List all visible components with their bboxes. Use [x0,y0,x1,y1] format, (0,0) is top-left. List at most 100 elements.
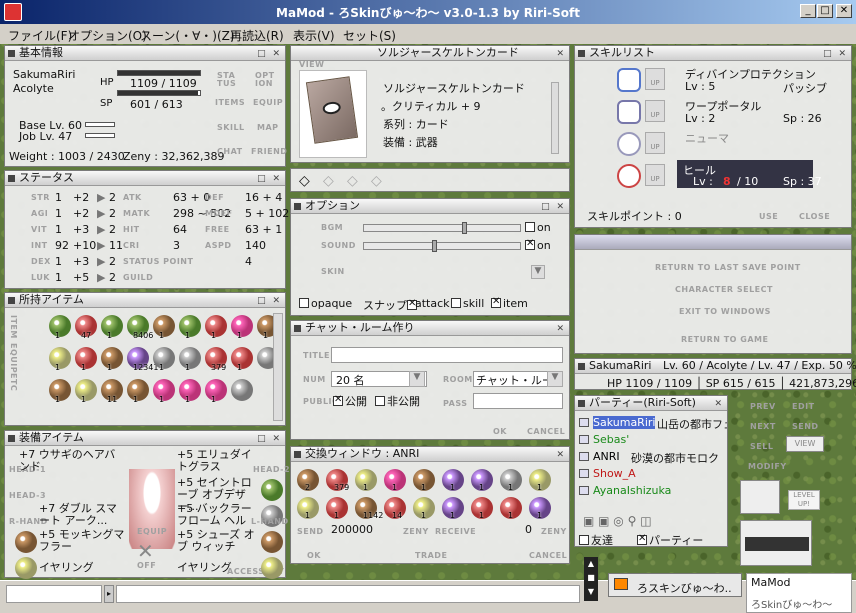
map-button[interactable]: MAP [257,123,279,132]
close-button[interactable]: ✕ [836,4,852,18]
menu-reload[interactable]: 再読込(R) [230,27,284,44]
trade-header[interactable]: 交換ウィンドウ : ANRI ✕ [291,447,569,462]
inventory-scrollbar[interactable] [273,313,283,421]
options-header[interactable]: オプション □ ✕ [291,199,569,214]
card-slot-4[interactable]: ◇ [371,173,382,189]
trade-cancel-button[interactable]: CANCEL [529,551,567,560]
party-member-name[interactable]: ANRI [593,450,620,463]
character-select[interactable]: CHARACTER SELECT [675,285,773,294]
chat-ok-button[interactable]: OK [493,427,507,436]
prev-button[interactable]: PREV [750,402,776,411]
equip-shield[interactable]: +5 バックラー フローム ヘル [177,503,261,527]
stat-raise-icon[interactable]: ▶ [97,223,105,236]
card-slot-1[interactable]: ◇ [299,173,310,189]
stat-raise-icon[interactable]: ▶ [97,191,105,204]
sound-on[interactable]: on [525,238,551,252]
skill-option[interactable]: skill [451,297,484,310]
inventory-header[interactable]: 所持アイテム □ ✕ [5,293,285,308]
private-option[interactable]: 非公開 [375,393,420,409]
return-to-game[interactable]: RETURN TO GAME [681,335,768,344]
equip-button[interactable]: EQUIP [253,98,283,107]
stat-raise-icon[interactable]: ▶ [97,271,105,284]
return-save-point[interactable]: RETURN TO LAST SAVE POINT [655,263,801,272]
menu-set[interactable]: セット(S) [343,27,396,44]
attack-option[interactable]: attack [405,297,450,310]
tab-equip[interactable]: EQUIP [9,343,18,373]
edit-button[interactable]: EDIT [792,402,815,411]
party-member-name[interactable]: SakumaRiri [593,416,656,429]
trade-button[interactable]: TRADE [415,551,447,560]
card-slot-2[interactable]: ◇ [323,173,334,189]
equip-shoes[interactable]: +5 シューズ オブ ウィッチ [177,529,261,553]
menu-file[interactable]: ファイル(F) [8,27,72,44]
minimize-button[interactable]: _ [800,4,816,18]
system-menu-header[interactable] [575,235,851,250]
equip-weapon[interactable]: +7 ダブル スマート アーク... [39,503,125,527]
chat-cancel-button[interactable]: CANCEL [527,427,565,436]
tab-item[interactable]: ITEM [9,315,18,339]
party-header[interactable]: パーティー(Riri-Soft) ✕ [575,396,727,411]
chat-room-header[interactable]: チャット・ルーム作り ✕ [291,321,569,336]
num-dropdown-icon[interactable]: ▼ [409,371,425,387]
opaque-option[interactable]: opaque [299,297,352,310]
exit-to-windows[interactable]: EXIT TO WINDOWS [679,307,771,316]
room-dropdown-icon[interactable]: ▼ [547,371,563,387]
chat-input[interactable] [116,585,580,603]
modify-button[interactable]: MODIFY [748,462,787,471]
bgm-checkbox[interactable] [525,222,535,232]
status-header[interactable]: ステータス □ ✕ [5,171,285,186]
skill-up-button-1[interactable]: UP [645,68,665,90]
skill-list-header[interactable]: スキルリスト □ ✕ [575,46,851,61]
maximize-button[interactable]: □ [817,4,833,18]
sound-checkbox[interactable] [525,238,535,250]
level-up-button[interactable]: LEVEL UP! [788,490,820,510]
inventory-item[interactable] [231,379,253,401]
chat-button[interactable]: CHAT [217,147,243,156]
equip-head-1[interactable]: +7 ウサギのヘアバンド [19,449,119,473]
chat-title-input[interactable] [331,347,563,363]
whisper-dropdown-icon[interactable]: ▸ [104,585,114,603]
skill-button[interactable]: SKILL [217,123,245,132]
whisper-input[interactable] [6,585,102,603]
party-member-name[interactable]: AyanaIshizuka [593,484,671,497]
stat-raise-icon[interactable]: ▶ [97,239,105,252]
skill-up-button-2[interactable]: UP [645,100,665,122]
taskbar-item[interactable]: ろスキンびゅ～わ.. [608,573,742,597]
skill-name-3[interactable]: ニューマ [685,130,729,146]
party-tool-icons[interactable]: ▣ ▣ ◎ ⚲ ◫ [583,514,652,528]
menu-view[interactable]: 表示(V) [293,27,335,44]
option-button[interactable]: OPT ION [255,72,277,88]
public-option[interactable]: 公開 [333,393,367,409]
sell-button[interactable]: SELL [750,442,773,451]
item-option[interactable]: item [491,296,528,310]
card-scrollbar[interactable] [551,82,559,154]
party-tab[interactable]: パーティー [637,532,703,548]
chat-scroll[interactable]: ▲ ■ ▼ [584,557,598,601]
card-slot-3[interactable]: ◇ [347,173,358,189]
equip-robe[interactable]: +5 モッキングマフラー [39,529,125,553]
send-button[interactable]: SEND [792,422,819,431]
items-button[interactable]: ITEMS [215,98,245,107]
equipment-header[interactable]: 装備アイテム □ ✕ [5,431,285,446]
bgm-slider[interactable] [363,222,521,234]
party-member-name[interactable]: Sebas' [593,433,629,446]
friend-button[interactable]: FRIEND [251,147,287,156]
bgm-on[interactable]: on [525,221,551,234]
equip-accessory-1[interactable]: イヤリング [39,559,94,575]
sound-slider[interactable] [363,240,521,252]
view-box[interactable]: VIEW [786,436,824,452]
equip-head-2[interactable]: +5 エリュダイトグラス [177,449,261,473]
status-button[interactable]: STA TUS [217,72,239,88]
character-bar-header[interactable]: SakumaRiri Lv. 60 / Acolyte / Lv. 47 / Ex… [575,359,856,374]
friend-tab[interactable]: 友達 [579,532,613,548]
view-button[interactable]: VIEW [299,60,324,69]
equip-accessory-2[interactable]: イヤリング [177,559,232,575]
skill-up-button-4[interactable]: UP [645,164,665,186]
stat-raise-icon[interactable]: ▶ [97,255,105,268]
skill-up-button-3[interactable]: UP [645,132,665,154]
password-input[interactable] [473,393,563,409]
off-icon[interactable]: ✕ [137,539,154,563]
card-header[interactable]: ソルジャースケルトンカード ✕ [291,46,569,61]
basic-info-header[interactable]: 基本情報 □ ✕ [5,46,285,61]
send-zeny[interactable]: 200000 [331,523,373,536]
